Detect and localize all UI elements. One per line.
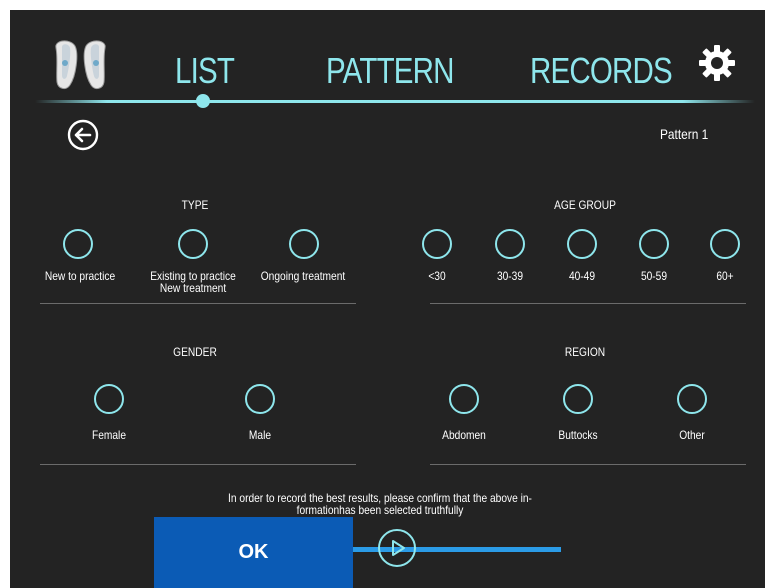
age-30-39-label: 30-39 <box>496 269 524 283</box>
radio-age-50-59[interactable] <box>639 229 669 259</box>
gender-title: GENDER <box>173 345 217 359</box>
back-arrow-icon[interactable] <box>67 119 99 151</box>
age-60plus-label: 60+ <box>716 269 734 283</box>
nav-underline <box>35 100 755 103</box>
gender-female-label: Female <box>91 428 126 442</box>
app-window: LIST PATTERN RECORDS Pattern 1 TYPE New … <box>10 10 765 588</box>
age-50-59-label: 50-59 <box>640 269 668 283</box>
radio-region-buttocks[interactable] <box>563 384 593 414</box>
gender-male-label: Male <box>248 428 272 442</box>
tab-pattern[interactable]: PATTERN <box>326 50 454 92</box>
region-other-label: Other <box>679 428 705 442</box>
type-option-existing-label-2: New treatment <box>159 281 227 295</box>
gender-divider <box>40 464 356 465</box>
type-option-new-label: New to practice <box>44 269 116 283</box>
radio-region-abdomen[interactable] <box>449 384 479 414</box>
earbuds-icon[interactable] <box>48 38 128 93</box>
ok-button[interactable]: OK <box>154 517 353 588</box>
type-option-ongoing-label: Ongoing treatment <box>260 269 346 283</box>
region-buttocks-label: Buttocks <box>558 428 598 442</box>
radio-region-other[interactable] <box>677 384 707 414</box>
radio-age-60plus[interactable] <box>710 229 740 259</box>
radio-age-30-39[interactable] <box>495 229 525 259</box>
age-group-divider <box>430 303 746 304</box>
type-title: TYPE <box>181 198 209 212</box>
radio-gender-female[interactable] <box>94 384 124 414</box>
region-abdomen-label: Abdomen <box>442 428 486 442</box>
age-40-49-label: 40-49 <box>568 269 596 283</box>
pattern-label: Pattern 1 <box>660 126 709 142</box>
active-tab-indicator <box>196 94 210 108</box>
region-title: REGION <box>564 345 606 359</box>
region-divider <box>430 464 746 465</box>
tab-list[interactable]: LIST <box>175 50 235 92</box>
radio-type-existing[interactable] <box>178 229 208 259</box>
radio-gender-male[interactable] <box>245 384 275 414</box>
confirmation-notice-line2: formationhas been selected truthfully <box>296 503 464 517</box>
radio-type-ongoing[interactable] <box>289 229 319 259</box>
age-group-title: AGE GROUP <box>554 198 616 212</box>
tab-records[interactable]: RECORDS <box>530 50 673 92</box>
radio-type-new[interactable] <box>63 229 93 259</box>
radio-age-40-49[interactable] <box>567 229 597 259</box>
type-divider <box>40 303 356 304</box>
radio-age-under30[interactable] <box>422 229 452 259</box>
play-icon[interactable] <box>378 529 416 567</box>
gear-icon[interactable] <box>698 44 736 82</box>
age-under30-label: <30 <box>428 269 446 283</box>
